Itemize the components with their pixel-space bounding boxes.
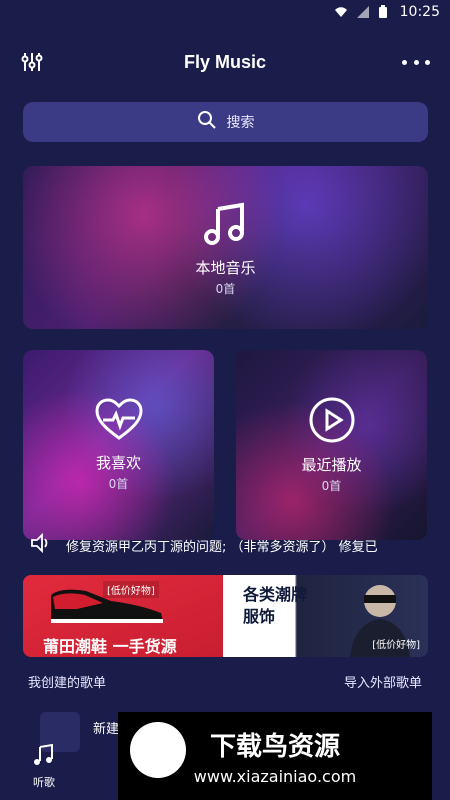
- more-dot: [402, 59, 407, 65]
- banner-right-title1: 各类潮牌: [243, 585, 308, 604]
- bottom-nav-listen[interactable]: 听歌: [0, 732, 88, 800]
- play-circle-icon: [308, 396, 356, 448]
- bird-logo: [130, 722, 186, 778]
- favorites-count: 0首: [108, 477, 129, 491]
- search-bar[interactable]: 搜索: [23, 102, 428, 142]
- banner-right-title2: 服饰: [243, 607, 276, 626]
- banner-left-panel: [低价好物] 莆田潮鞋 一手货源: [23, 575, 223, 657]
- watermark-overlay: 下载鸟资源 www.xiazainiao.com: [118, 712, 432, 800]
- ad-banner[interactable]: [低价好物] 莆田潮鞋 一手货源 各类潮牌 服饰 [低价好物]: [23, 575, 428, 657]
- playlist-header: 我创建的歌单 导入外部歌单: [28, 672, 422, 692]
- notice-text: 修复资源甲乙丙丁源的问题; （非常多资源了） 修复已: [66, 539, 378, 555]
- banner-right-panel: 各类潮牌 服饰 [低价好物]: [223, 575, 428, 657]
- favorites-card[interactable]: 我喜欢 0首: [23, 350, 214, 540]
- more-dot: [413, 59, 419, 65]
- favorites-label: 我喜欢: [95, 454, 141, 472]
- app-title: Fly Music: [183, 51, 267, 72]
- new-playlist-label[interactable]: 新建: [93, 718, 119, 737]
- signal-icon: [356, 5, 370, 19]
- listen-label: 听歌: [33, 775, 55, 789]
- local-music-count: 0首: [215, 281, 236, 296]
- battery-icon: [378, 5, 392, 19]
- search-placeholder: 搜索: [226, 115, 255, 131]
- banner-right-tag: [低价好物]: [372, 640, 420, 651]
- status-bar: 10:25: [0, 0, 450, 24]
- watermark-title: 下载鸟资源: [209, 732, 340, 762]
- recent-play-card[interactable]: 最近播放 0首: [236, 350, 427, 540]
- status-time: 10:25: [399, 4, 440, 20]
- watermark-url: www.xiazainiao.com: [193, 767, 357, 786]
- banner-left-title: 莆田潮鞋 一手货源: [43, 637, 177, 656]
- heart-pulse-icon: [94, 398, 143, 446]
- import-external-playlist[interactable]: 导入外部歌单: [344, 672, 422, 692]
- recent-play-label: 最近播放: [301, 456, 362, 474]
- speaker-icon: [30, 533, 52, 557]
- notice-bar[interactable]: 修复资源甲乙丙丁源的问题; （非常多资源了） 修复已: [30, 533, 430, 557]
- recent-play-count: 0首: [321, 479, 342, 493]
- search-icon: [197, 110, 217, 134]
- my-created-playlists[interactable]: 我创建的歌单: [28, 672, 106, 692]
- wifi-icon: [334, 5, 348, 19]
- app-header: Fly Music: [0, 40, 450, 84]
- equalizer-icon[interactable]: [20, 50, 44, 74]
- local-music-card[interactable]: 本地音乐 0首: [23, 166, 428, 329]
- music-note-icon: [32, 743, 56, 770]
- local-music-label: 本地音乐: [195, 258, 256, 277]
- music-note-icon: [202, 199, 250, 251]
- banner-left-tag: [低价好物]: [103, 581, 159, 598]
- more-dot: [425, 59, 430, 65]
- more-options-button[interactable]: [402, 50, 430, 74]
